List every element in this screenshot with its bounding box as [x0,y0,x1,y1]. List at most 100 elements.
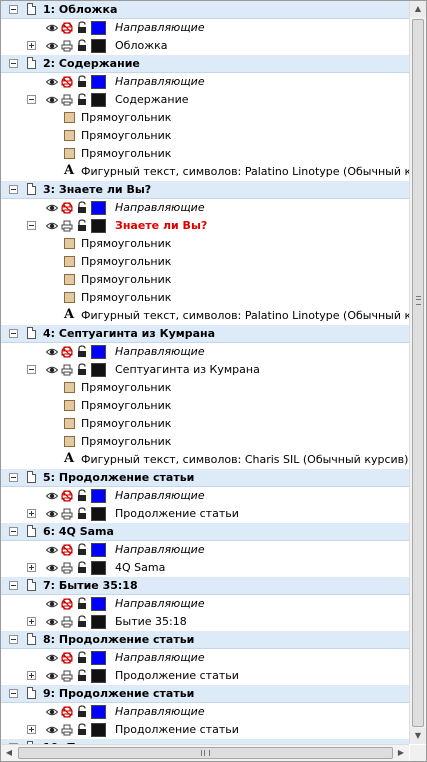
object-row[interactable]: Прямоугольник [1,271,409,289]
printer-icon[interactable] [61,724,73,736]
collapse-toggle-icon[interactable] [9,473,18,482]
object-row[interactable]: Прямоугольник [1,397,409,415]
eye-icon[interactable] [45,562,59,574]
printer-icon[interactable] [61,616,73,628]
scroll-left-arrow-icon[interactable]: ◀ [1,745,17,761]
collapse-toggle-icon[interactable] [9,527,18,536]
layer-row[interactable]: Направляющие [1,199,409,217]
expand-toggle-icon[interactable] [27,725,36,734]
vertical-scrollbar[interactable]: ▲ ▼ [409,1,426,744]
layer-color-swatch[interactable] [91,219,106,233]
expand-toggle-icon[interactable] [27,617,36,626]
printer-icon[interactable] [61,544,73,556]
layer-row[interactable]: Направляющие [1,343,409,361]
lock-icon[interactable] [76,507,88,520]
layer-color-swatch[interactable] [91,723,106,737]
collapse-toggle-icon[interactable] [9,59,18,68]
scroll-right-arrow-icon[interactable]: ▶ [393,745,409,761]
layer-color-swatch[interactable] [91,93,106,107]
layer-row[interactable]: Направляющие [1,595,409,613]
layer-row[interactable]: Направляющие [1,19,409,37]
eye-icon[interactable] [45,220,59,232]
collapse-toggle-icon[interactable] [9,329,18,338]
layer-color-swatch[interactable] [91,363,106,377]
lock-icon[interactable] [76,723,88,736]
printer-icon[interactable] [61,346,73,358]
page-row[interactable]: 8: Продолжение статьи [1,631,409,649]
layer-row[interactable]: Направляющие [1,487,409,505]
layer-color-swatch[interactable] [91,39,106,53]
layer-color-swatch[interactable] [91,543,106,557]
eye-icon[interactable] [45,652,59,664]
printer-icon[interactable] [61,94,73,106]
lock-icon[interactable] [76,615,88,628]
lock-icon[interactable] [76,651,88,664]
lock-icon[interactable] [76,489,88,502]
printer-icon[interactable] [61,76,73,88]
eye-icon[interactable] [45,598,59,610]
printer-icon[interactable] [61,652,73,664]
object-row[interactable]: Прямоугольник [1,289,409,307]
lock-icon[interactable] [76,39,88,52]
layer-color-swatch[interactable] [91,75,106,89]
lock-icon[interactable] [76,705,88,718]
page-row[interactable]: 4: Септуагинта из Кумрана [1,325,409,343]
lock-icon[interactable] [76,93,88,106]
collapse-toggle-icon[interactable] [9,581,18,590]
collapse-toggle-icon[interactable] [27,221,36,230]
object-row[interactable]: Прямоугольник [1,433,409,451]
horizontal-scrollbar[interactable]: ◀ ▶ [1,744,409,761]
expand-toggle-icon[interactable] [27,563,36,572]
object-row[interactable]: A Фигурный текст, символов: Charis SIL (О… [1,451,409,469]
lock-icon[interactable] [76,75,88,88]
printer-icon[interactable] [61,706,73,718]
lock-icon[interactable] [76,219,88,232]
collapse-toggle-icon[interactable] [9,185,18,194]
lock-icon[interactable] [76,543,88,556]
lock-icon[interactable] [76,669,88,682]
object-row[interactable]: Прямоугольник [1,235,409,253]
collapse-toggle-icon[interactable] [27,365,36,374]
layer-color-swatch[interactable] [91,201,106,215]
layer-color-swatch[interactable] [91,669,106,683]
layer-color-swatch[interactable] [91,705,106,719]
layer-row[interactable]: Направляющие [1,541,409,559]
layer-row[interactable]: 4Q Sama [1,559,409,577]
layer-row[interactable]: Содержание [1,91,409,109]
layer-row[interactable]: Продолжение статьи [1,505,409,523]
eye-icon[interactable] [45,76,59,88]
eye-icon[interactable] [45,490,59,502]
eye-icon[interactable] [45,508,59,520]
eye-icon[interactable] [45,670,59,682]
lock-icon[interactable] [76,345,88,358]
printer-icon[interactable] [61,40,73,52]
eye-icon[interactable] [45,724,59,736]
lock-icon[interactable] [76,201,88,214]
layer-color-swatch[interactable] [91,615,106,629]
layer-row[interactable]: Бытие 35:18 [1,613,409,631]
printer-icon[interactable] [61,670,73,682]
page-row[interactable]: 1: Обложка [1,1,409,19]
eye-icon[interactable] [45,22,59,34]
layer-color-swatch[interactable] [91,651,106,665]
horizontal-scroll-thumb[interactable] [18,747,393,759]
collapse-toggle-icon[interactable] [9,5,18,14]
page-row[interactable]: 7: Бытие 35:18 [1,577,409,595]
scroll-up-arrow-icon[interactable]: ▲ [410,1,426,17]
layer-color-swatch[interactable] [91,561,106,575]
collapse-toggle-icon[interactable] [27,95,36,104]
layer-row[interactable]: Септуагинта из Кумрана [1,361,409,379]
page-row[interactable]: 2: Содержание [1,55,409,73]
layer-color-swatch[interactable] [91,507,106,521]
object-row[interactable]: A Фигурный текст, символов: Palatino Lino… [1,163,409,181]
eye-icon[interactable] [45,706,59,718]
page-row[interactable]: 6: 4Q Sama [1,523,409,541]
printer-icon[interactable] [61,22,73,34]
object-row[interactable]: Прямоугольник [1,145,409,163]
object-row[interactable]: Прямоугольник [1,253,409,271]
printer-icon[interactable] [61,490,73,502]
printer-icon[interactable] [61,202,73,214]
printer-icon[interactable] [61,562,73,574]
lock-icon[interactable] [76,561,88,574]
object-row[interactable]: Прямоугольник [1,379,409,397]
